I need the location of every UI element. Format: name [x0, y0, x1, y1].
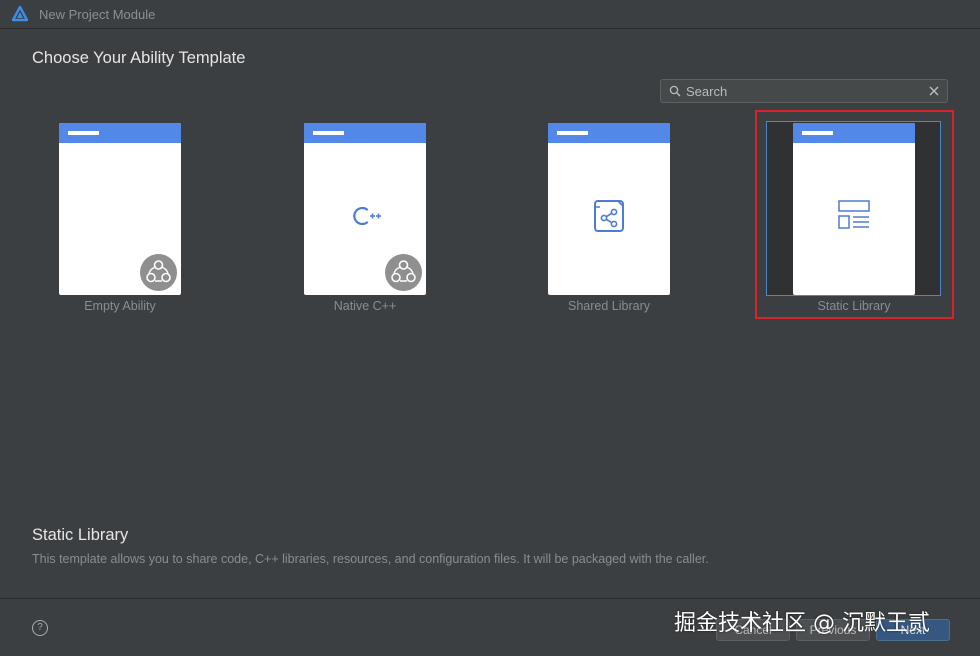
template-label: Empty Ability [84, 299, 156, 313]
shared-library-icon [594, 200, 624, 232]
template-chooser: Choose Your Ability Template Empty A [0, 29, 980, 598]
help-button[interactable]: ? [32, 620, 48, 636]
cpp-icon [353, 206, 381, 226]
title-bar: New Project Module [0, 0, 980, 29]
card-header [548, 123, 670, 143]
template-native-cpp[interactable]: Native C++ [304, 121, 484, 313]
search-input[interactable] [686, 83, 927, 99]
card-header [59, 123, 181, 143]
template-label: Shared Library [568, 299, 650, 313]
search-box[interactable] [660, 79, 948, 103]
template-card[interactable] [548, 123, 670, 295]
template-label: Native C++ [333, 299, 397, 313]
template-card[interactable] [59, 123, 181, 295]
template-card[interactable] [304, 123, 426, 295]
window-title: New Project Module [39, 6, 156, 22]
watermark-text: 掘金技术社区 @ 沉默王贰 [674, 611, 930, 636]
search-icon [669, 85, 681, 97]
card-header [304, 123, 426, 143]
template-shared-library[interactable]: Shared Library [548, 121, 728, 313]
page-title: Choose Your Ability Template [32, 49, 246, 67]
close-icon[interactable] [927, 84, 941, 98]
template-description-title: Static Library [32, 526, 129, 544]
ability-badge-icon [385, 254, 422, 291]
template-description-text: This template allows you to share code, … [32, 552, 709, 566]
highlight-annotation [755, 110, 954, 319]
ability-badge-icon [140, 254, 177, 291]
dialog-footer: ? Cancel Previous Next 掘金技术社区 @ 沉默王贰 [0, 598, 980, 656]
app-logo-icon [11, 5, 29, 22]
template-empty-ability[interactable]: Empty Ability [59, 121, 239, 313]
